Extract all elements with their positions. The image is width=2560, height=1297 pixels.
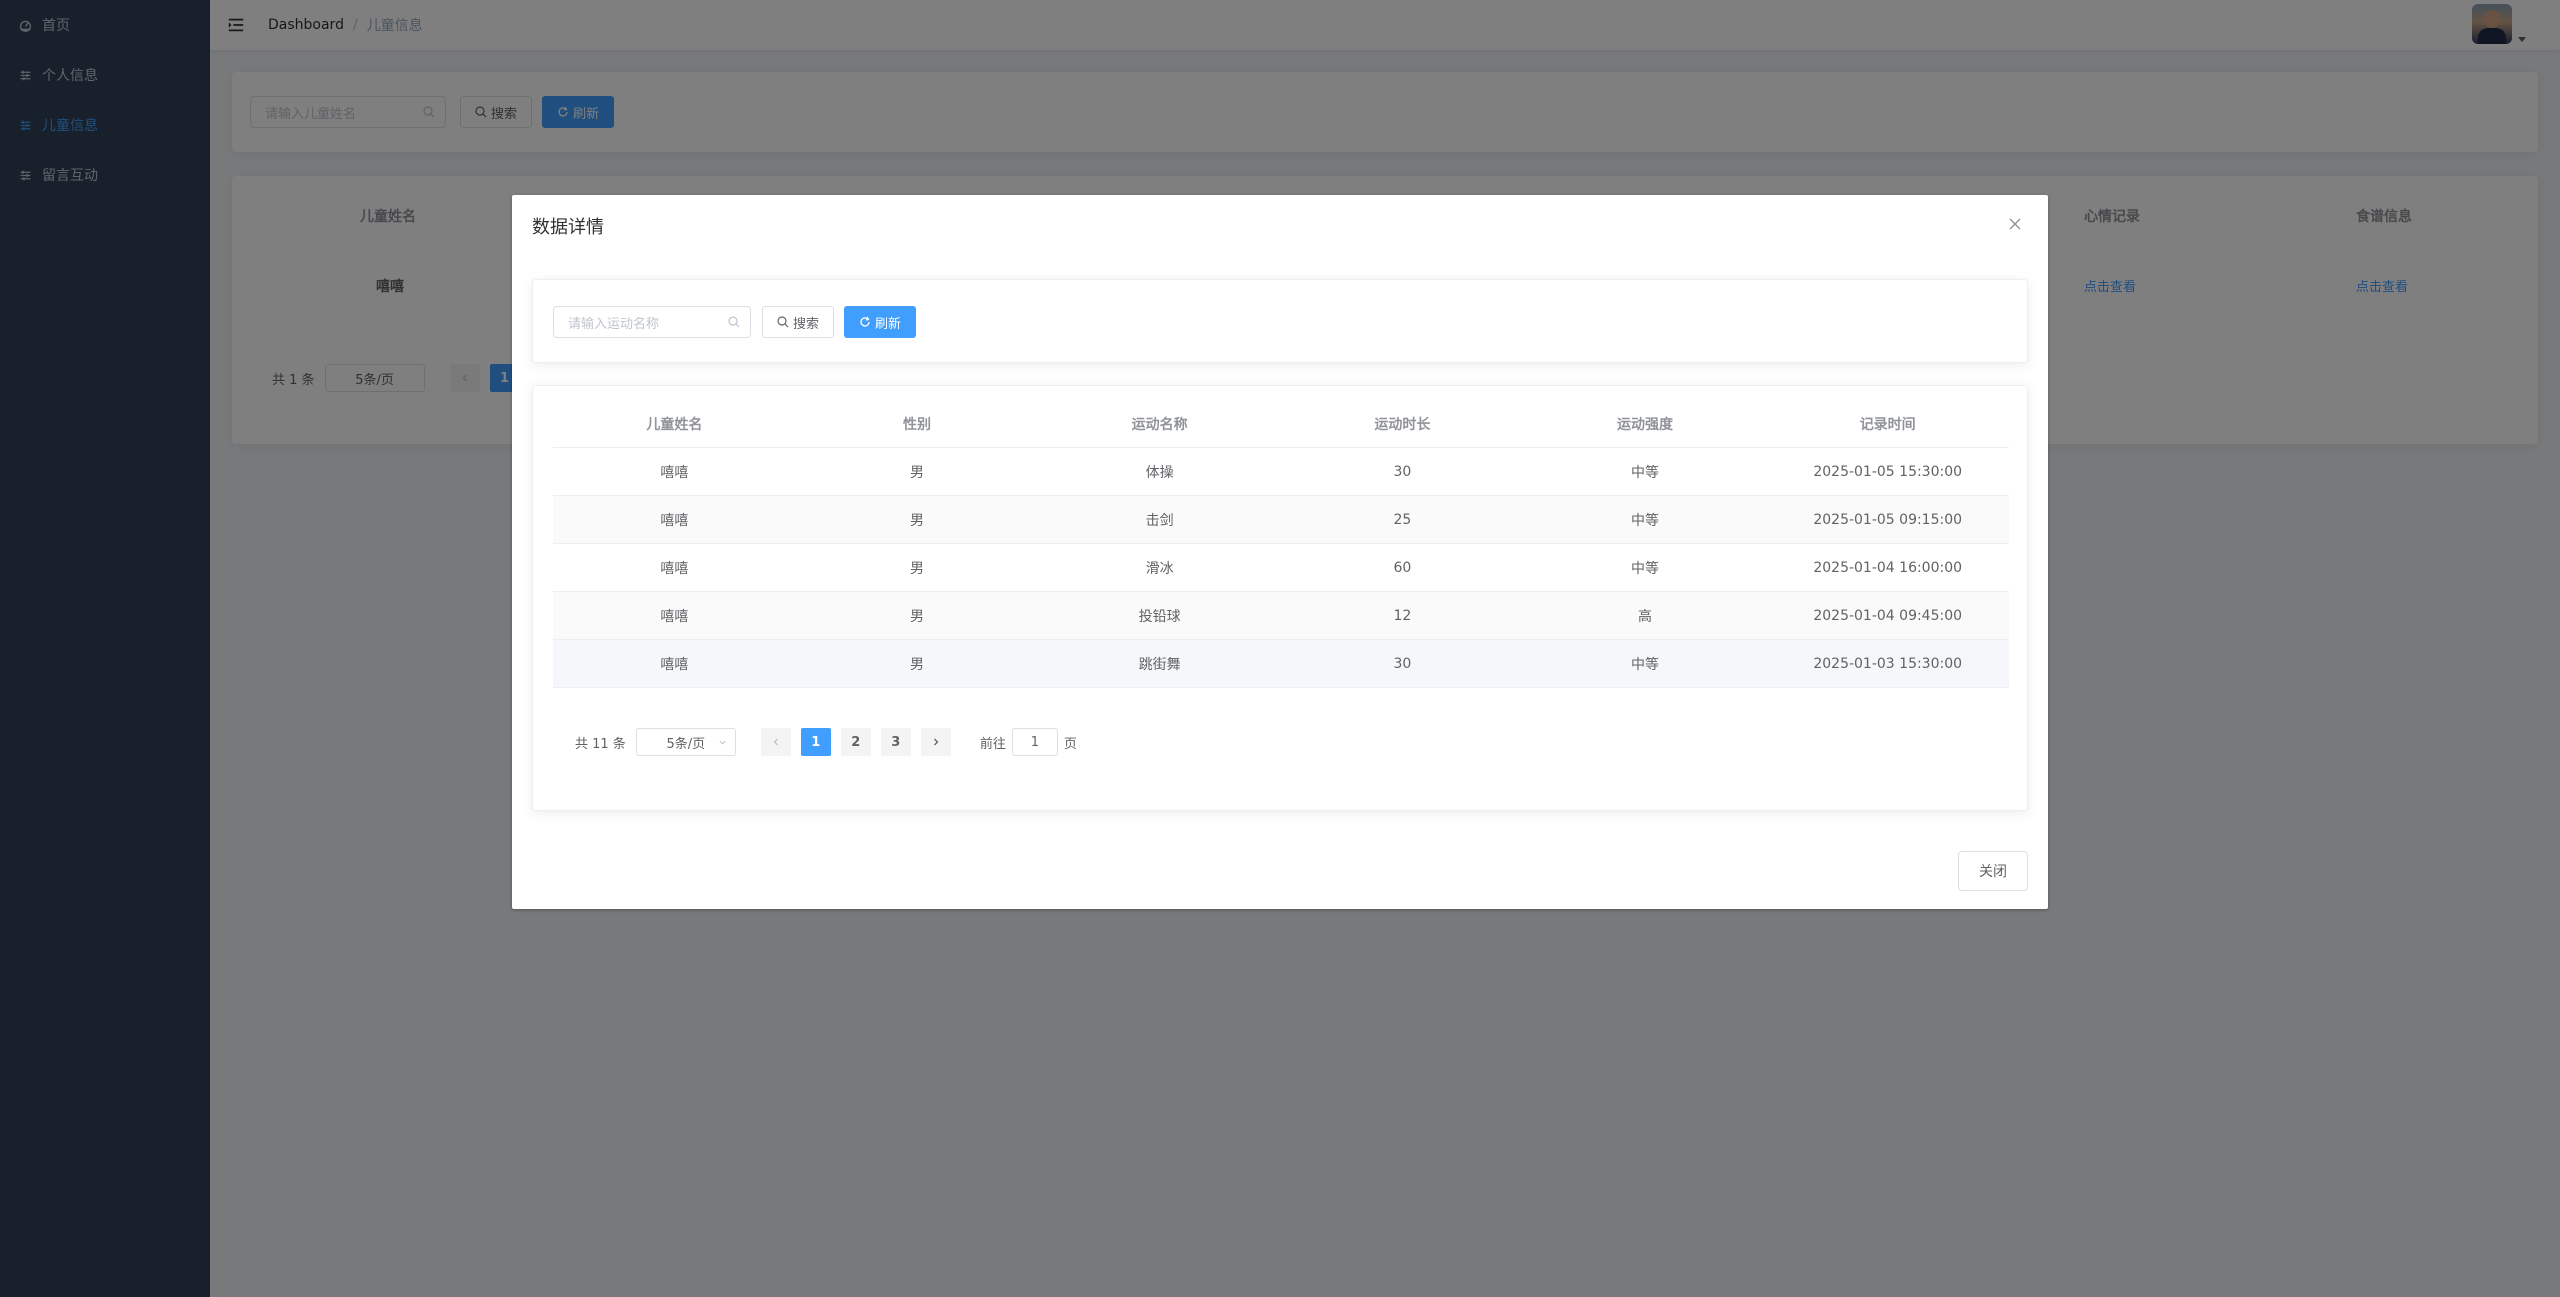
table-cell: 男 bbox=[910, 464, 924, 481]
search-icon bbox=[777, 316, 789, 328]
table-cell: 60 bbox=[1393, 559, 1412, 576]
table-cell: 12 bbox=[1393, 607, 1412, 624]
dialog-title: 数据详情 bbox=[532, 217, 604, 238]
close-button[interactable]: 关闭 bbox=[1958, 851, 2028, 891]
goto-suffix: 页 bbox=[1063, 736, 1077, 752]
table-cell: 30 bbox=[1393, 655, 1412, 672]
page-button-3[interactable]: 3 bbox=[880, 728, 911, 756]
table-cell: 中等 bbox=[1631, 464, 1660, 481]
table-header-cell: 儿童姓名 bbox=[646, 416, 703, 433]
table-header-row: 儿童姓名 性别 运动名称 运动时长 运动强度 记录时间 bbox=[553, 400, 2009, 448]
table-cell: 高 bbox=[1638, 608, 1653, 625]
table-cell: 2025-01-05 15:30:00 bbox=[1813, 463, 1963, 480]
next-page-button[interactable] bbox=[920, 728, 951, 756]
table-row[interactable]: 嘻嘻 男 滑冰 60 中等 2025-01-04 16:00:00 bbox=[553, 544, 2009, 592]
prev-page-button[interactable] bbox=[760, 728, 791, 756]
table-cell: 男 bbox=[910, 608, 924, 625]
table-cell: 嘻嘻 bbox=[660, 656, 689, 673]
table-cell: 男 bbox=[910, 512, 924, 529]
table-header-cell: 运动时长 bbox=[1374, 416, 1431, 433]
page-jumper: 前往 1 页 bbox=[980, 728, 1077, 756]
table-cell: 嘻嘻 bbox=[660, 512, 689, 529]
table-cell: 嘻嘻 bbox=[660, 464, 689, 481]
exercise-name-search-input[interactable]: 请输入运动名称 bbox=[553, 306, 751, 338]
table-cell: 跳街舞 bbox=[1138, 656, 1181, 673]
goto-page-input[interactable]: 1 bbox=[1011, 728, 1058, 756]
table-row[interactable]: 嘻嘻 男 跳街舞 30 中等 2025-01-03 15:30:00 bbox=[553, 640, 2009, 688]
table-header-cell: 性别 bbox=[903, 416, 931, 433]
search-placeholder: 请输入运动名称 bbox=[568, 316, 660, 332]
dialog-table-card: 儿童姓名 性别 运动名称 运动时长 运动强度 记录时间 嘻嘻 男 体操 30 中… bbox=[532, 385, 2028, 811]
close-icon[interactable] bbox=[2008, 217, 2022, 231]
table-cell: 击剑 bbox=[1145, 512, 1174, 529]
refresh-icon bbox=[860, 316, 870, 327]
chevron-left-icon bbox=[773, 738, 778, 746]
pagination-total: 共 11 条 bbox=[575, 736, 626, 752]
table-cell: 嘻嘻 bbox=[660, 560, 689, 577]
table-row[interactable]: 嘻嘻 男 体操 30 中等 2025-01-05 15:30:00 bbox=[553, 448, 2009, 496]
dialog-refresh-button[interactable]: 刷新 bbox=[844, 306, 916, 338]
table-cell: 男 bbox=[910, 560, 924, 577]
table-cell: 30 bbox=[1393, 463, 1412, 480]
chevron-right-icon bbox=[933, 738, 939, 746]
table-cell: 嘻嘻 bbox=[660, 608, 689, 625]
table-cell: 男 bbox=[910, 656, 924, 673]
exercise-table: 儿童姓名 性别 运动名称 运动时长 运动强度 记录时间 嘻嘻 男 体操 30 中… bbox=[553, 400, 2009, 688]
search-icon bbox=[728, 316, 740, 328]
page-button-2[interactable]: 2 bbox=[840, 728, 871, 756]
table-cell: 2025-01-03 15:30:00 bbox=[1813, 655, 1963, 672]
data-detail-dialog: 数据详情 请输入运动名称 搜索 刷新 儿童姓名 性别 运动名称 运动时长 运动强… bbox=[512, 195, 2048, 909]
page-button-1[interactable]: 1 bbox=[800, 728, 831, 756]
table-cell: 中等 bbox=[1631, 656, 1660, 673]
table-cell: 2025-01-04 16:00:00 bbox=[1813, 559, 1963, 576]
dialog-pagination: 共 11 条 5条/页 1 2 3 前往 1 页 bbox=[575, 728, 1077, 756]
table-header-cell: 运动强度 bbox=[1617, 416, 1674, 433]
table-cell: 体操 bbox=[1145, 464, 1174, 481]
chevron-down-icon bbox=[719, 740, 726, 745]
table-header-cell: 运动名称 bbox=[1131, 416, 1188, 433]
dialog-search-card: 请输入运动名称 搜索 刷新 bbox=[532, 279, 2028, 363]
table-header-cell: 记录时间 bbox=[1859, 416, 1916, 433]
table-cell: 2025-01-05 09:15:00 bbox=[1813, 511, 1963, 528]
table-cell: 滑冰 bbox=[1145, 560, 1174, 577]
goto-label: 前往 bbox=[979, 736, 1006, 752]
table-row[interactable]: 嘻嘻 男 击剑 25 中等 2025-01-05 09:15:00 bbox=[553, 496, 2009, 544]
table-cell: 2025-01-04 09:45:00 bbox=[1813, 607, 1963, 624]
dialog-search-button[interactable]: 搜索 bbox=[762, 306, 834, 338]
page-size-select[interactable]: 5条/页 bbox=[635, 728, 736, 756]
table-cell: 中等 bbox=[1631, 560, 1660, 577]
table-cell: 中等 bbox=[1631, 512, 1660, 529]
table-row[interactable]: 嘻嘻 男 投铅球 12 高 2025-01-04 09:45:00 bbox=[553, 592, 2009, 640]
table-cell: 投铅球 bbox=[1138, 608, 1181, 625]
table-cell: 25 bbox=[1393, 511, 1412, 528]
